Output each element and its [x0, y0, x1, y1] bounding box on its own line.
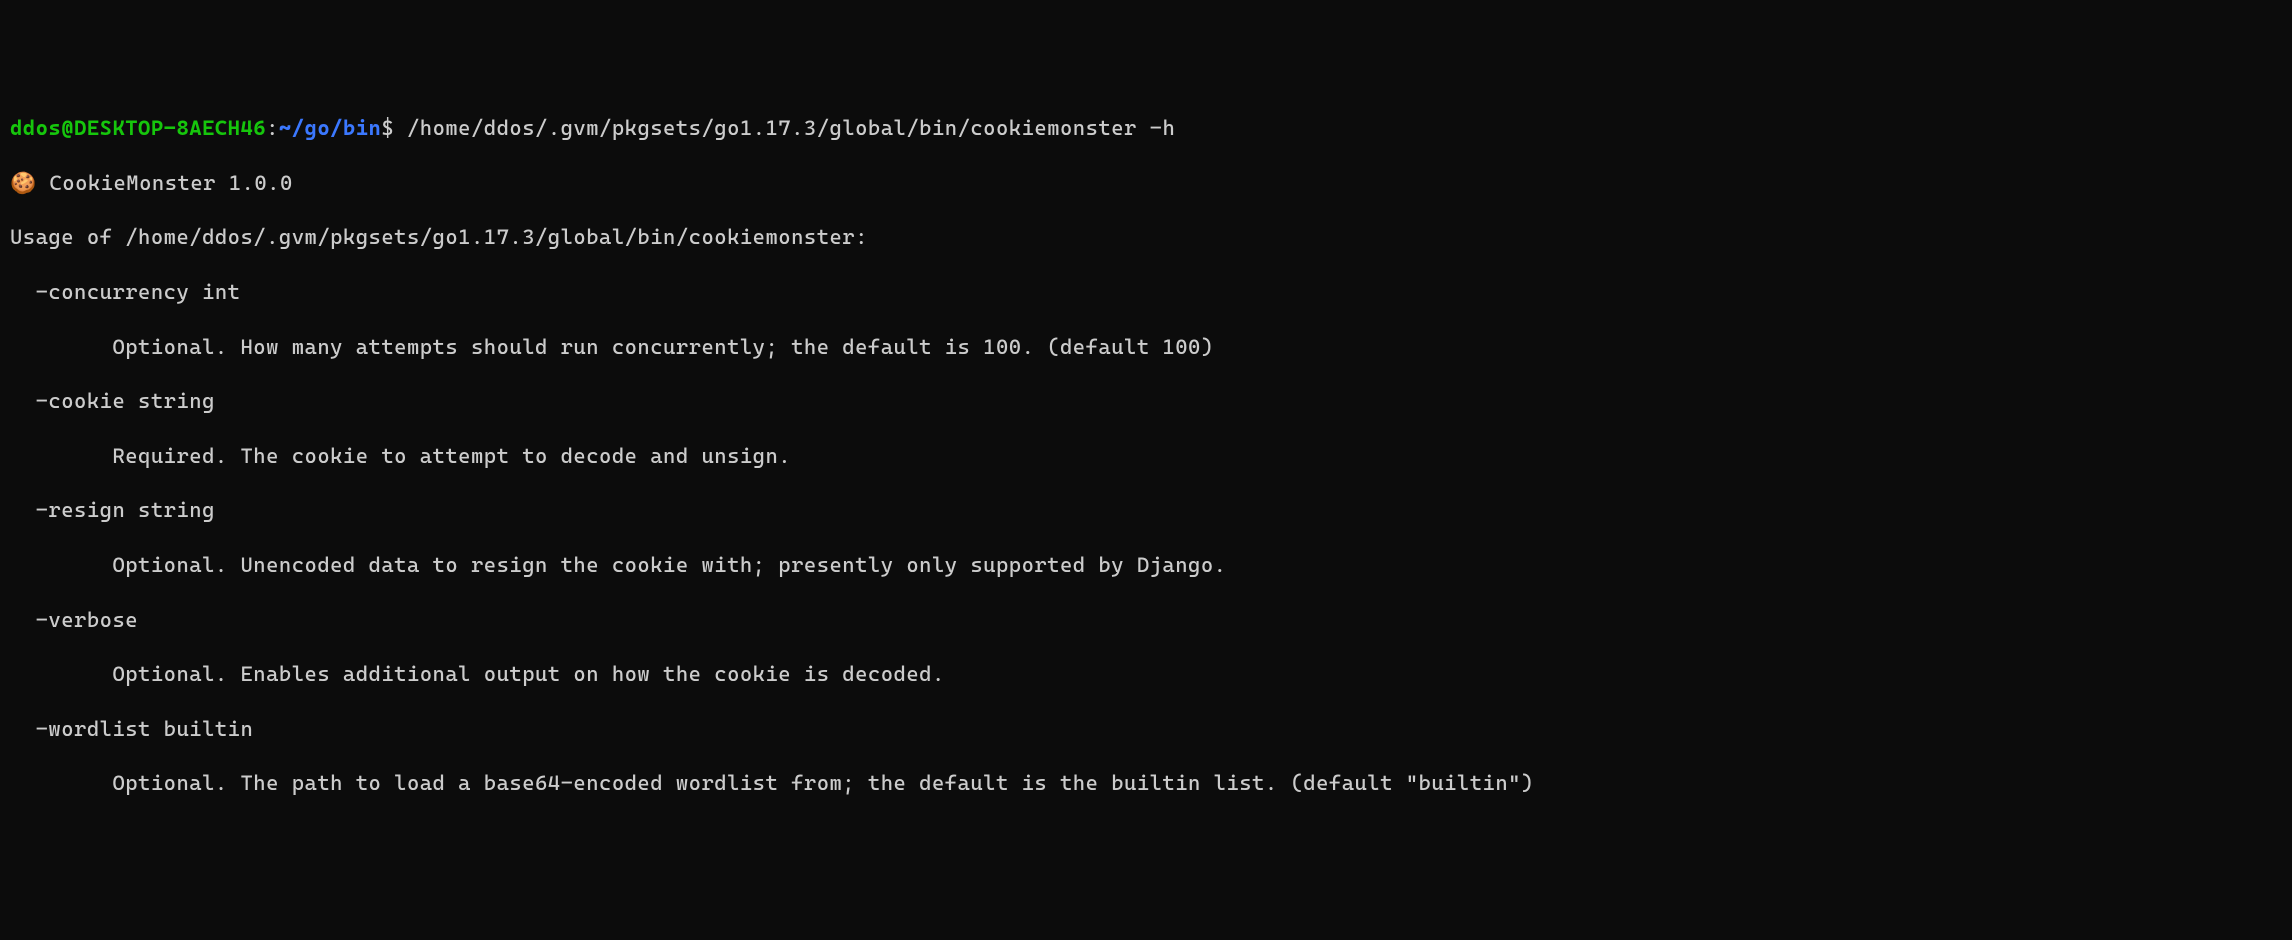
prompt-user-host: ddos@DESKTOP-8AECH46 — [10, 116, 266, 140]
flag-desc: Optional. How many attempts should run c… — [10, 334, 2282, 361]
banner-line: 🍪 CookieMonster 1.0.0 — [10, 170, 2282, 197]
command-text: /home/ddos/.gvm/pkgsets/go1.17.3/global/… — [394, 116, 1175, 140]
prompt-path: ~/go/bin — [279, 116, 381, 140]
flag-name: -concurrency int — [10, 279, 2282, 306]
cookie-icon: 🍪 — [10, 171, 37, 195]
flag-desc: Optional. Enables additional output on h… — [10, 661, 2282, 688]
prompt-separator: : — [266, 116, 279, 140]
prompt-dollar: $ — [381, 116, 394, 140]
banner-text: CookieMonster 1.0.0 — [37, 171, 293, 195]
flag-name: -cookie string — [10, 388, 2282, 415]
usage-line: Usage of /home/ddos/.gvm/pkgsets/go1.17.… — [10, 224, 2282, 251]
prompt-line[interactable]: ddos@DESKTOP-8AECH46:~/go/bin$ /home/ddo… — [10, 115, 2282, 142]
flag-desc: Optional. The path to load a base64-enco… — [10, 770, 2282, 797]
flag-desc: Optional. Unencoded data to resign the c… — [10, 552, 2282, 579]
flag-desc: Required. The cookie to attempt to decod… — [10, 443, 2282, 470]
flag-name: -resign string — [10, 497, 2282, 524]
flag-name: -verbose — [10, 607, 2282, 634]
flag-name: -wordlist builtin — [10, 716, 2282, 743]
